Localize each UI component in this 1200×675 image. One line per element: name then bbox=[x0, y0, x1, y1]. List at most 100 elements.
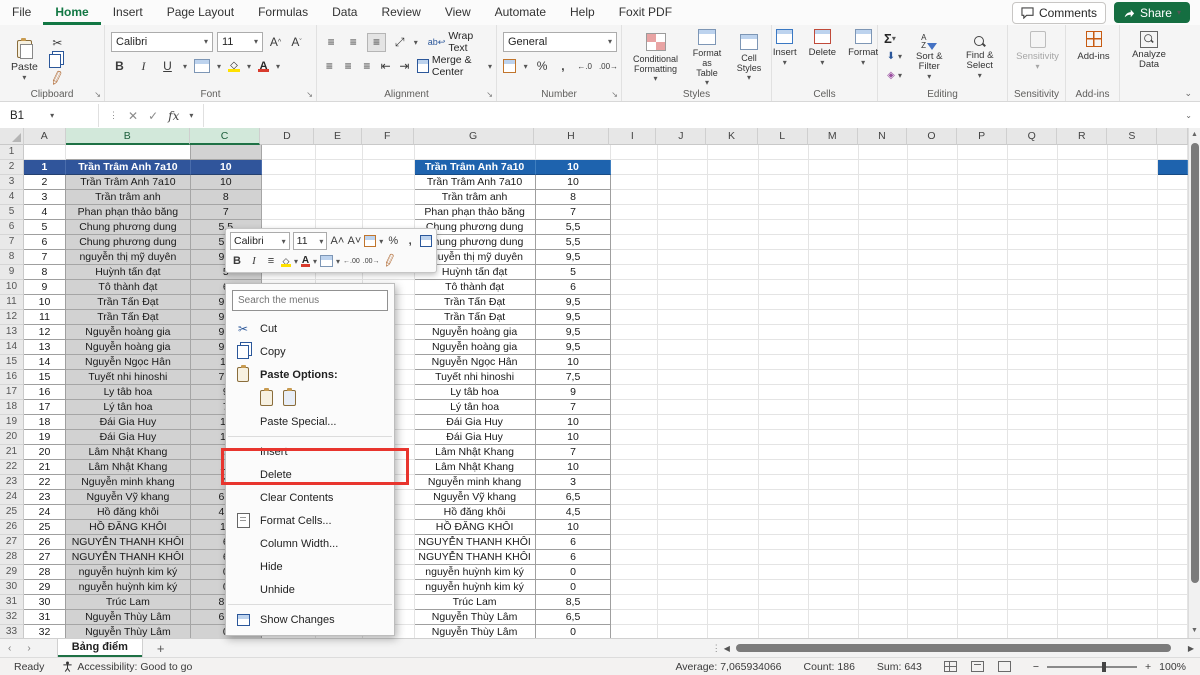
cell-Q12[interactable] bbox=[1008, 310, 1058, 325]
cell-S26[interactable] bbox=[1108, 520, 1158, 535]
cell-H20[interactable]: 10 bbox=[536, 430, 612, 445]
cell-D2[interactable] bbox=[262, 160, 316, 175]
comma-style-button[interactable]: , bbox=[556, 58, 569, 75]
cell-S1[interactable] bbox=[1108, 145, 1158, 160]
cell-G32[interactable]: Nguyễn Thùy Lâm bbox=[415, 610, 536, 625]
cell-L31[interactable] bbox=[759, 595, 809, 610]
row-header-3[interactable]: 3 bbox=[0, 175, 24, 190]
cell-O3[interactable] bbox=[908, 175, 958, 190]
cell-I5[interactable] bbox=[611, 205, 658, 220]
cell-R7[interactable] bbox=[1058, 235, 1108, 250]
row-header-17[interactable]: 17 bbox=[0, 385, 24, 400]
cell-L33[interactable] bbox=[759, 625, 809, 638]
cell-partial-27[interactable] bbox=[1158, 535, 1188, 550]
cell-B18[interactable]: Lý tân hoa bbox=[66, 400, 191, 415]
cell-A1[interactable] bbox=[24, 145, 66, 160]
cell-R5[interactable] bbox=[1058, 205, 1108, 220]
cell-O8[interactable] bbox=[908, 250, 958, 265]
cell-O23[interactable] bbox=[908, 475, 958, 490]
font-dialog-launcher[interactable]: ↘ bbox=[306, 90, 313, 99]
cell-L9[interactable] bbox=[759, 265, 809, 280]
cell-H11[interactable]: 9,5 bbox=[536, 295, 612, 310]
cell-A20[interactable]: 19 bbox=[24, 430, 66, 445]
cell-Q27[interactable] bbox=[1008, 535, 1058, 550]
cell-A30[interactable]: 29 bbox=[24, 580, 66, 595]
cell-partial-5[interactable] bbox=[1158, 205, 1188, 220]
cell-K32[interactable] bbox=[708, 610, 759, 625]
share-button[interactable]: Share ▾ bbox=[1114, 2, 1190, 23]
cell-M10[interactable] bbox=[809, 280, 859, 295]
number-format-select[interactable]: General▾ bbox=[503, 32, 617, 52]
increase-indent-button[interactable]: ⇥ bbox=[398, 58, 411, 75]
cell-K5[interactable] bbox=[708, 205, 759, 220]
cell-B32[interactable]: Nguyễn Thùy Lâm bbox=[66, 610, 191, 625]
cell-O28[interactable] bbox=[908, 550, 958, 565]
cell-N12[interactable] bbox=[859, 310, 908, 325]
row-header-5[interactable]: 5 bbox=[0, 205, 24, 220]
cell-M16[interactable] bbox=[809, 370, 859, 385]
cell-N13[interactable] bbox=[859, 325, 908, 340]
cell-S20[interactable] bbox=[1108, 430, 1158, 445]
cell-Q16[interactable] bbox=[1008, 370, 1058, 385]
cell-K7[interactable] bbox=[708, 235, 759, 250]
format-painter-button[interactable]: 🖉 bbox=[46, 69, 68, 91]
cell-L15[interactable] bbox=[759, 355, 809, 370]
cell-partial-12[interactable] bbox=[1158, 310, 1188, 325]
cell-partial-33[interactable] bbox=[1158, 625, 1188, 638]
cell-G19[interactable]: Đái Gia Huy bbox=[415, 415, 536, 430]
cell-S30[interactable] bbox=[1108, 580, 1158, 595]
cell-M30[interactable] bbox=[809, 580, 859, 595]
cell-R23[interactable] bbox=[1058, 475, 1108, 490]
cell-O7[interactable] bbox=[908, 235, 958, 250]
cell-K29[interactable] bbox=[708, 565, 759, 580]
cell-Q14[interactable] bbox=[1008, 340, 1058, 355]
cell-K25[interactable] bbox=[708, 505, 759, 520]
cell-D3[interactable] bbox=[262, 175, 316, 190]
cell-P8[interactable] bbox=[958, 250, 1008, 265]
row-header-12[interactable]: 12 bbox=[0, 310, 24, 325]
cell-R17[interactable] bbox=[1058, 385, 1108, 400]
cell-R13[interactable] bbox=[1058, 325, 1108, 340]
cell-C4[interactable]: 8 bbox=[191, 190, 262, 205]
cell-N16[interactable] bbox=[859, 370, 908, 385]
cell-N33[interactable] bbox=[859, 625, 908, 638]
cell-K28[interactable] bbox=[708, 550, 759, 565]
cell-S4[interactable] bbox=[1108, 190, 1158, 205]
cell-S15[interactable] bbox=[1108, 355, 1158, 370]
cell-P33[interactable] bbox=[958, 625, 1008, 638]
align-left-button[interactable]: ≡ bbox=[323, 58, 336, 75]
cell-L7[interactable] bbox=[759, 235, 809, 250]
cell-L14[interactable] bbox=[759, 340, 809, 355]
cell-I13[interactable] bbox=[611, 325, 658, 340]
cell-J13[interactable] bbox=[658, 325, 708, 340]
cell-H12[interactable]: 9,5 bbox=[536, 310, 612, 325]
cell-J2[interactable] bbox=[658, 160, 708, 175]
cell-E5[interactable] bbox=[316, 205, 363, 220]
column-header-B[interactable]: B bbox=[66, 128, 190, 145]
cell-partial-2[interactable] bbox=[1158, 160, 1188, 175]
cell-L8[interactable] bbox=[759, 250, 809, 265]
cell-Q22[interactable] bbox=[1008, 460, 1058, 475]
zoom-slider-thumb[interactable] bbox=[1102, 662, 1106, 672]
cell-O4[interactable] bbox=[908, 190, 958, 205]
cell-A18[interactable]: 17 bbox=[24, 400, 66, 415]
zoom-slider[interactable] bbox=[1047, 666, 1137, 668]
cell-L32[interactable] bbox=[759, 610, 809, 625]
cell-O30[interactable] bbox=[908, 580, 958, 595]
column-header-N[interactable]: N bbox=[858, 128, 907, 145]
cell-R6[interactable] bbox=[1058, 220, 1108, 235]
row-header-6[interactable]: 6 bbox=[0, 220, 24, 235]
cell-I27[interactable] bbox=[611, 535, 658, 550]
cell-S25[interactable] bbox=[1108, 505, 1158, 520]
cell-E2[interactable] bbox=[316, 160, 363, 175]
cell-I17[interactable] bbox=[611, 385, 658, 400]
cell-L17[interactable] bbox=[759, 385, 809, 400]
tab-help[interactable]: Help bbox=[558, 0, 607, 25]
cell-J11[interactable] bbox=[658, 295, 708, 310]
cell-J15[interactable] bbox=[658, 355, 708, 370]
row-header-30[interactable]: 30 bbox=[0, 580, 24, 595]
menu-item-clear-contents[interactable]: Clear Contents bbox=[226, 486, 394, 509]
cell-R27[interactable] bbox=[1058, 535, 1108, 550]
cell-M27[interactable] bbox=[809, 535, 859, 550]
cell-B8[interactable]: nguyễn thị mỹ duyên bbox=[66, 250, 191, 265]
